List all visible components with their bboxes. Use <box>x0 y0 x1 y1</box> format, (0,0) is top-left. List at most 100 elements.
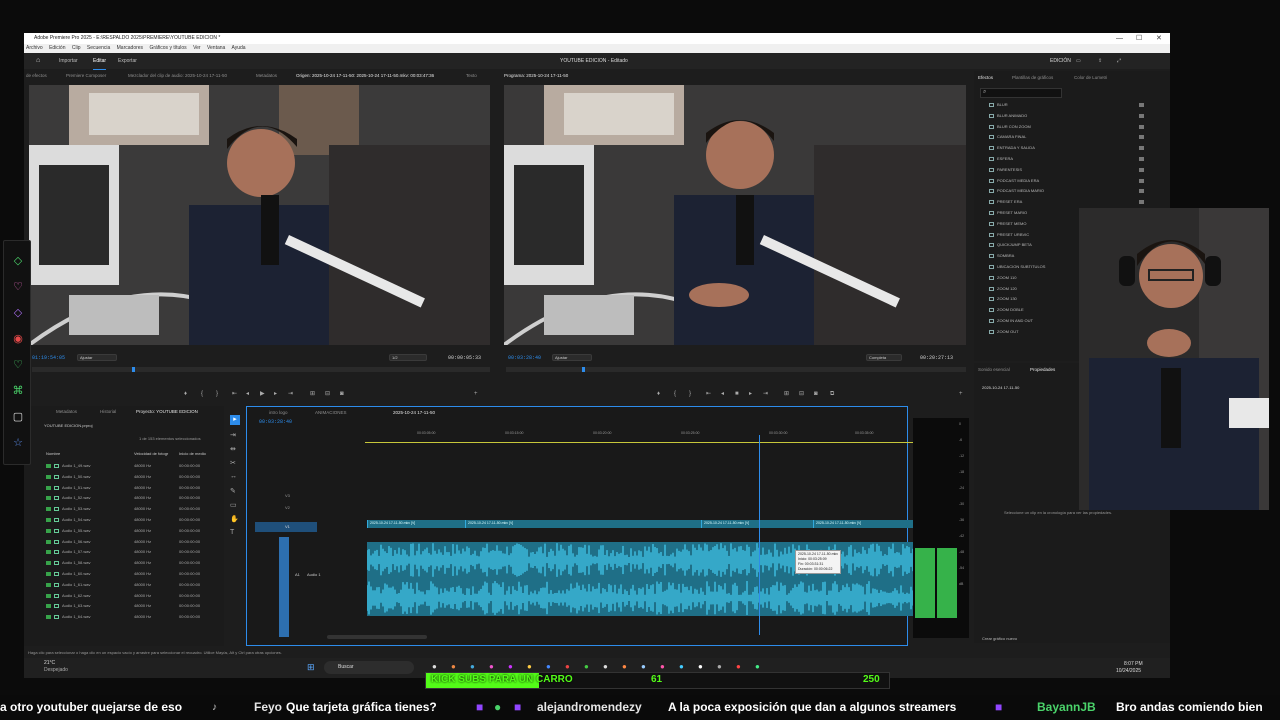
pen-icon[interactable]: ✎ <box>230 487 236 495</box>
marker-icon[interactable]: ♦ <box>184 389 187 399</box>
taskbar-search[interactable]: Buscar <box>324 661 414 674</box>
effect-preset-item[interactable]: UBICACION SUBTITULOS <box>989 263 1144 271</box>
menu-marcadores[interactable]: Marcadores <box>117 45 143 51</box>
project-item-row[interactable]: Audio 1_62.wav 48000 Hz 00:00:00:00 <box>46 592 236 600</box>
program-monitor[interactable] <box>504 85 966 345</box>
effect-preset-item[interactable]: PRESET ERA <box>989 198 1144 206</box>
taskbar-app-icon[interactable]: ● <box>717 662 722 671</box>
effect-preset-item[interactable]: ESFERA <box>989 155 1144 163</box>
project-item-row[interactable]: Audio 1_52.wav 48000 Hz 00:00:00:00 <box>46 494 236 502</box>
taskbar-app-icon[interactable]: ● <box>508 662 513 671</box>
effect-preset-item[interactable]: PODCAST MEDIA MARIO <box>989 187 1144 195</box>
goto-in-icon[interactable]: ⇤ <box>232 389 237 399</box>
step-forward-icon[interactable]: ▸ <box>274 389 277 399</box>
ripple-icon[interactable]: ⇹ <box>230 445 236 453</box>
effect-preset-item[interactable]: BLUR CON ZOOM <box>989 123 1144 131</box>
selection-tool-icon[interactable]: ▸ <box>230 415 240 425</box>
close-button[interactable]: ✕ <box>1156 33 1162 44</box>
tab-metadata-2[interactable]: Metadatos <box>56 407 77 417</box>
tab-importar[interactable]: Importar <box>59 53 78 69</box>
project-item-row[interactable]: Audio 1_60.wav 48000 Hz 00:00:00:00 <box>46 570 236 578</box>
time-ruler[interactable]: 00:03:05:00 00:03:15:00 00:03:20:00 00:0… <box>365 429 921 443</box>
effect-preset-item[interactable]: ZOOM 120 <box>989 285 1144 293</box>
tab-graphics-templates[interactable]: Plantillas de gráficos <box>1012 73 1053 83</box>
timeline-playhead[interactable] <box>759 435 760 635</box>
menu-ventana[interactable]: Ventana <box>207 45 225 51</box>
source-scrubber[interactable] <box>32 367 490 372</box>
tab-intro-logo[interactable]: intro logo <box>269 408 288 418</box>
workspace-label[interactable]: EDICIÓN <box>1050 53 1071 69</box>
project-item-row[interactable]: Audio 1_64.wav 48000 Hz 00:00:00:00 <box>46 613 236 621</box>
track-header-a1[interactable]: A1 Audio 1 <box>295 572 321 577</box>
effect-preset-item[interactable]: PARENTESIS <box>989 166 1144 174</box>
taskbar-app-icon[interactable]: ● <box>641 662 646 671</box>
taskbar-app-icon[interactable]: ● <box>527 662 532 671</box>
taskbar-app-icon[interactable]: ● <box>432 662 437 671</box>
compare-icon[interactable]: ⧉ <box>830 389 834 399</box>
source-fit-select[interactable]: Ajustar <box>77 354 117 361</box>
project-item-row[interactable]: Audio 1_51.wav 48000 Hz 00:00:00:00 <box>46 484 236 492</box>
effect-preset-item[interactable]: PODCAST MEDIA ERA <box>989 177 1144 185</box>
mark-in-icon[interactable]: { <box>674 389 676 399</box>
project-item-row[interactable]: Audio 1_61.wav 48000 Hz 00:00:00:00 <box>46 581 236 589</box>
taskbar-app-icon[interactable]: ● <box>698 662 703 671</box>
mark-out-icon[interactable]: } <box>689 389 691 399</box>
extract-icon[interactable]: ⊟ <box>799 389 804 399</box>
camera-icon[interactable]: ◙ <box>340 389 344 399</box>
menu-ayuda[interactable]: Ayuda <box>231 45 245 51</box>
effect-preset-item[interactable]: QUICKJUMP BETA <box>989 241 1144 249</box>
slip-icon[interactable]: ↔ <box>230 473 237 480</box>
hand-icon[interactable]: ✋ <box>230 515 239 523</box>
step-back-icon[interactable]: ◂ <box>246 389 249 399</box>
column-media-start[interactable]: Inicio de medio <box>179 450 206 458</box>
program-scrubber[interactable] <box>506 367 966 372</box>
effect-preset-item[interactable]: ZOOM 130 <box>989 295 1144 303</box>
share-icon[interactable]: ⇪ <box>1098 53 1102 69</box>
tab-effects[interactable]: Efectos <box>978 73 993 83</box>
fullscreen-icon[interactable]: ⤢ <box>1117 53 1121 69</box>
add-button-icon[interactable]: + <box>474 389 478 399</box>
tab-sequence[interactable]: 2025-10-24 17-11-50 <box>393 408 435 418</box>
program-fit-select[interactable]: Ajustar <box>552 354 592 361</box>
effect-preset-item[interactable]: PRESET MARIO <box>989 209 1144 217</box>
taskbar-app-icon[interactable]: ● <box>565 662 570 671</box>
effects-search-input[interactable]: ⌕ <box>980 88 1062 98</box>
tab-premiere-composer[interactable]: Premiere Composer <box>66 71 106 81</box>
goto-in-icon[interactable]: ⇤ <box>706 389 711 399</box>
workspaces-icon[interactable]: ▭ <box>1076 53 1081 69</box>
audio-source-patch[interactable] <box>279 537 289 637</box>
insert-icon[interactable]: ⊞ <box>310 389 315 399</box>
program-quality-select[interactable]: Completa <box>866 354 902 361</box>
track-select-icon[interactable]: ⇥ <box>230 431 236 439</box>
source-playhead[interactable] <box>132 367 135 372</box>
taskbar-app-icon[interactable]: ● <box>489 662 494 671</box>
weather-desc[interactable]: Despejado <box>44 667 68 673</box>
source-timecode[interactable]: 01:19:54:05 <box>32 355 65 361</box>
tab-history[interactable]: Historial <box>100 407 116 417</box>
taskbar-app-icon[interactable]: ● <box>679 662 684 671</box>
taskbar-date[interactable]: 10/24/2025 <box>1116 668 1141 674</box>
stop-icon[interactable]: ■ <box>735 389 739 399</box>
track-header-v1[interactable]: V1 <box>255 522 317 532</box>
goto-out-icon[interactable]: ⇥ <box>763 389 768 399</box>
timeline-zoom-scrollbar[interactable] <box>327 635 427 639</box>
tab-essential-sound[interactable]: Sonido esencial <box>978 365 1010 375</box>
taskbar-app-icon[interactable]: ● <box>622 662 627 671</box>
taskbar-app-icon[interactable]: ● <box>660 662 665 671</box>
timeline-timecode[interactable]: 00:03:28:40 <box>259 419 292 425</box>
new-graphic-button[interactable]: Crear gráfico nuevo <box>982 636 1017 641</box>
tab-project[interactable]: Proyecto: YOUTUBE EDICION <box>136 407 198 417</box>
taskbar-app-icon[interactable]: ● <box>755 662 760 671</box>
add-button-icon[interactable]: + <box>959 389 963 399</box>
video-clip[interactable]: 2025-10-24 17-11-50.mkv [V] <box>701 520 813 528</box>
project-item-row[interactable]: Audio 1_54.wav 48000 Hz 00:00:00:00 <box>46 516 236 524</box>
tab-metadata[interactable]: Metadatos <box>256 71 277 81</box>
tab-program[interactable]: Programa: 2025-10-24 17-11-50 <box>504 71 568 81</box>
camera-icon[interactable]: ◙ <box>814 389 818 399</box>
taskbar-app-icon[interactable]: ● <box>470 662 475 671</box>
step-back-icon[interactable]: ◂ <box>721 389 724 399</box>
video-clip[interactable]: 2025-10-24 17-11-50.mkv [V] <box>465 520 701 528</box>
menu-ver[interactable]: Ver <box>193 45 201 51</box>
tab-source[interactable]: Origen: 2025-10-24 17-11-50: 2025-10-24 … <box>296 71 434 81</box>
program-timecode[interactable]: 00:03:28:40 <box>508 355 541 361</box>
